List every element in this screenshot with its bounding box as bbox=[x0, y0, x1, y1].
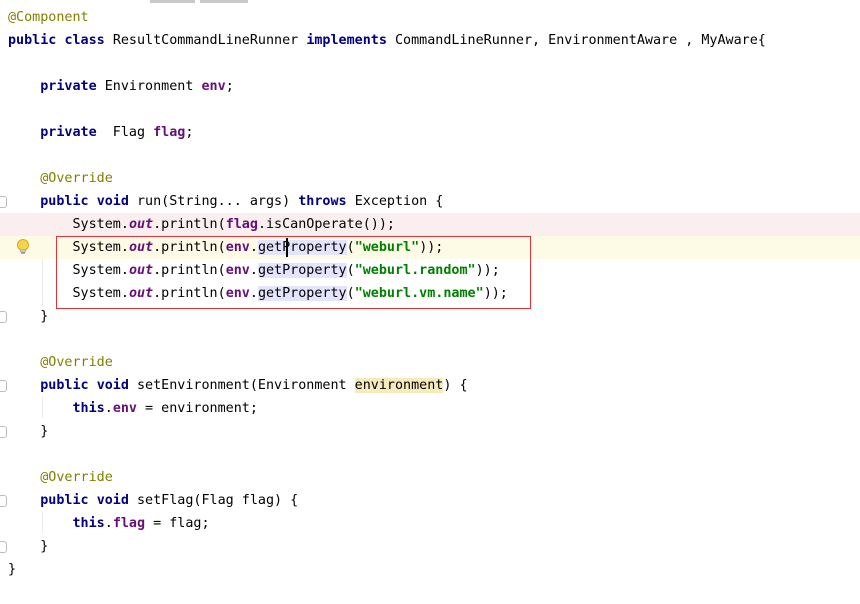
punctuation: ) { bbox=[443, 378, 468, 393]
method-call: .isCanOperate()); bbox=[257, 217, 395, 232]
fold-marker-icon[interactable] bbox=[0, 541, 7, 553]
system-ref: System. bbox=[72, 217, 129, 232]
keyword: void bbox=[96, 194, 129, 209]
keyword: implements bbox=[306, 33, 387, 48]
assignment: = environment; bbox=[137, 401, 258, 416]
editor-top-border bbox=[0, 0, 860, 4]
code-line-22[interactable]: public void setFlag(Flag flag) { bbox=[0, 489, 860, 512]
type-name: Flag bbox=[104, 125, 146, 140]
code-line-23[interactable]: this.flag = flag; bbox=[0, 512, 860, 535]
code-line-1[interactable]: @Component bbox=[0, 6, 860, 29]
red-highlight-box bbox=[56, 236, 531, 309]
code-line-21[interactable]: @Override bbox=[0, 466, 860, 489]
annotation: @Override bbox=[40, 470, 113, 485]
annotation: @Override bbox=[40, 171, 113, 186]
punctuation: ; bbox=[185, 125, 194, 140]
code-line-4[interactable]: private Environment env; bbox=[0, 75, 860, 98]
method-signature: setFlag(Flag flag) { bbox=[137, 493, 299, 508]
code-line-6[interactable]: private Flag flag; bbox=[0, 121, 860, 144]
static-field: out bbox=[128, 217, 154, 232]
punctuation: . bbox=[104, 516, 113, 531]
punctuation: ; bbox=[225, 79, 234, 94]
fold-marker-icon[interactable] bbox=[0, 426, 7, 438]
field-name: flag bbox=[112, 516, 146, 531]
code-line-25[interactable]: } bbox=[0, 558, 860, 581]
method-call: .println( bbox=[153, 217, 226, 232]
field-name: flag bbox=[153, 125, 186, 140]
code-line-9[interactable]: public void run(String... args) throws E… bbox=[0, 190, 860, 213]
exception-type: Exception { bbox=[354, 194, 444, 209]
code-line-17[interactable]: public void setEnvironment(Environment e… bbox=[0, 374, 860, 397]
annotation: @Component bbox=[8, 10, 89, 25]
keyword: private bbox=[40, 79, 97, 94]
annotation: @Override bbox=[40, 355, 113, 370]
keyword: this bbox=[72, 516, 105, 531]
keyword: void bbox=[96, 378, 129, 393]
editor-tab-stub[interactable] bbox=[150, 0, 195, 3]
code-line-19[interactable]: } bbox=[0, 420, 860, 443]
keyword: throws bbox=[298, 194, 347, 209]
code-line-16[interactable]: @Override bbox=[0, 351, 860, 374]
keyword: public bbox=[40, 493, 89, 508]
method-signature: setEnvironment(Environment bbox=[137, 378, 355, 393]
class-name: ResultCommandLineRunner bbox=[112, 33, 299, 48]
method-signature: run(String... args) bbox=[137, 194, 291, 209]
code-line-18[interactable]: this.env = environment; bbox=[0, 397, 860, 420]
keyword: void bbox=[96, 493, 129, 508]
closing-brace: } bbox=[40, 539, 49, 554]
keyword: this bbox=[72, 401, 105, 416]
keyword: public bbox=[40, 194, 89, 209]
code-line-2[interactable]: public class ResultCommandLineRunner imp… bbox=[0, 29, 860, 52]
editor-tab-stub[interactable] bbox=[200, 0, 248, 3]
type-name: Environment bbox=[104, 79, 194, 94]
keyword: public bbox=[8, 33, 57, 48]
code-line-8[interactable]: @Override bbox=[0, 167, 860, 190]
keyword: private bbox=[40, 125, 97, 140]
interfaces: CommandLineRunner, EnvironmentAware , My… bbox=[395, 33, 766, 48]
fold-marker-icon[interactable] bbox=[0, 196, 7, 208]
fold-marker-icon[interactable] bbox=[0, 495, 7, 507]
punctuation: . bbox=[104, 401, 113, 416]
assignment: = flag; bbox=[145, 516, 210, 531]
parameter-highlight: environment bbox=[354, 378, 444, 393]
keyword: public bbox=[40, 378, 89, 393]
closing-brace: } bbox=[40, 309, 49, 324]
fold-marker-icon[interactable] bbox=[0, 380, 7, 392]
closing-brace: } bbox=[8, 562, 17, 577]
field-name: env bbox=[112, 401, 137, 416]
closing-brace: } bbox=[40, 424, 49, 439]
keyword: class bbox=[64, 33, 105, 48]
fold-marker-icon[interactable] bbox=[0, 311, 7, 323]
code-line-24[interactable]: } bbox=[0, 535, 860, 558]
code-line-10[interactable]: System.out.println(flag.isCanOperate()); bbox=[0, 213, 860, 236]
field-name: env bbox=[201, 79, 226, 94]
field-name: flag bbox=[225, 217, 258, 232]
